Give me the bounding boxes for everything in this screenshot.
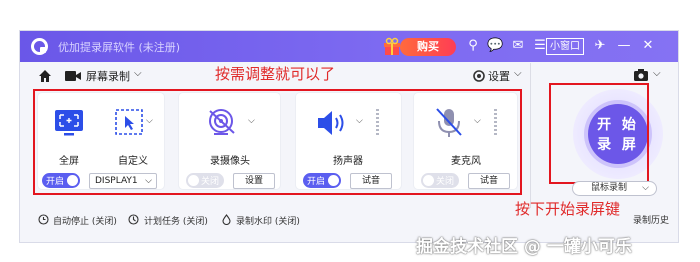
- gift-icon: [384, 37, 400, 55]
- pin-icon[interactable]: ✈: [592, 38, 608, 54]
- auto-stop-status[interactable]: 自动停止 (关闭): [53, 214, 117, 227]
- highlight-box-record: [549, 83, 649, 184]
- panel-divider: [530, 63, 531, 208]
- watermark-icon: [222, 214, 231, 225]
- chevron-down-icon[interactable]: ⌵: [653, 68, 661, 79]
- schedule-status[interactable]: 计划任务 (关闭): [144, 214, 208, 227]
- app-logo-icon: [31, 38, 48, 55]
- close-icon[interactable]: ✕: [640, 38, 656, 54]
- schedule-icon: [128, 214, 139, 225]
- chevron-down-icon[interactable]: ⌵: [514, 68, 522, 79]
- mouse-record-select[interactable]: 鼠标录制 ⌵: [572, 181, 657, 196]
- settings-menu[interactable]: 设置: [488, 68, 510, 84]
- annotation-hint-record: 按下开始录屏键: [515, 200, 621, 218]
- chevron-down-icon[interactable]: ⌵: [134, 68, 142, 79]
- message-icon[interactable]: ✉: [510, 38, 526, 54]
- screenshot-camera-icon[interactable]: [634, 69, 648, 81]
- mini-window-button[interactable]: 小窗口: [546, 38, 584, 55]
- chevron-down-icon: ⌵: [642, 183, 649, 193]
- minimize-icon[interactable]: —: [616, 38, 632, 54]
- record-mode-selector[interactable]: 屏幕录制: [86, 68, 130, 84]
- buy-button[interactable]: 购买: [400, 38, 456, 56]
- watermark-status[interactable]: 录制水印 (关闭): [236, 214, 300, 227]
- highlight-box-sources: [33, 89, 522, 195]
- feedback-icon[interactable]: 💬: [487, 38, 503, 54]
- video-camera-icon: [65, 71, 81, 81]
- site-watermark: 掘金技术社区 @ 一罐小可乐: [416, 237, 632, 257]
- title-bar: 优加提录屏软件 (未注册) 购买 ⚲ 💬 ✉ ☰ 小窗口 ✈ — ✕: [20, 31, 678, 62]
- home-icon[interactable]: [38, 69, 52, 83]
- annotation-hint-adjust: 按需调整就可以了: [215, 65, 336, 83]
- gear-icon[interactable]: [472, 69, 486, 83]
- record-history-link[interactable]: 录制历史: [633, 213, 669, 226]
- key-icon[interactable]: ⚲: [465, 38, 481, 54]
- app-title: 优加提录屏软件 (未注册): [58, 41, 181, 54]
- clock-icon: [38, 214, 49, 225]
